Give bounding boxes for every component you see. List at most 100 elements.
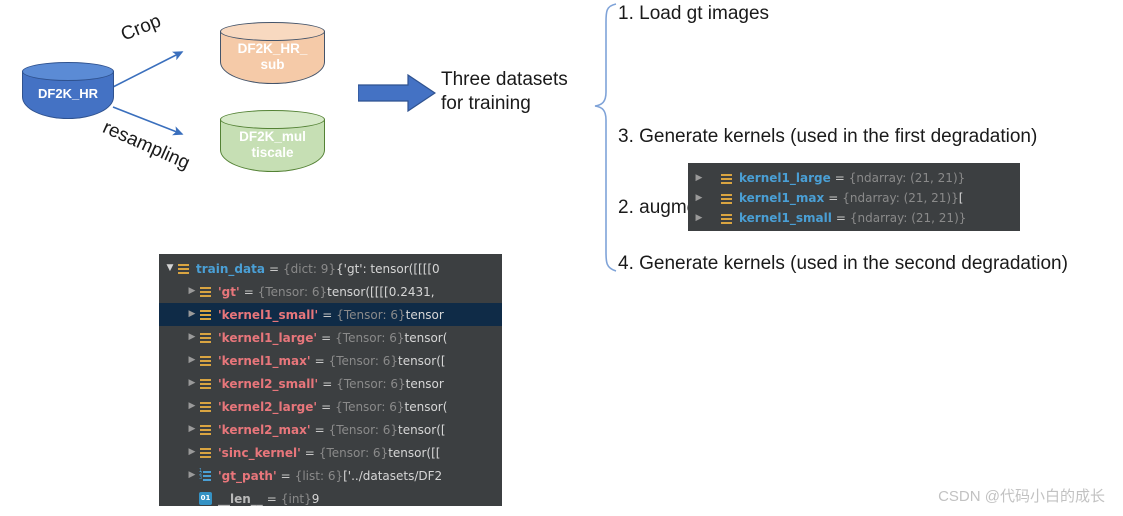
variable-name: 'kernel1_max' xyxy=(218,353,311,368)
variable-value: 9 xyxy=(311,491,320,506)
equals-sign: = xyxy=(304,445,315,460)
equals-sign: = xyxy=(835,211,846,225)
expand-triangle-icon[interactable]: ▶ xyxy=(185,471,199,480)
variable-name: 'kernel1_small' xyxy=(218,307,319,322)
dict-icon xyxy=(199,400,212,413)
debug-row[interactable]: ▶ 'kernel1_max' = {Tensor: 6} tensor([ xyxy=(159,349,502,372)
debug-row[interactable]: ▶ 'sinc_kernel' = {Tensor: 6} tensor([[ xyxy=(159,441,502,464)
variables-debug-panel[interactable]: ▼ train_data = {dict: 9} {'gt': tensor([[[[… xyxy=(159,254,502,506)
equals-sign: = xyxy=(834,171,845,185)
cylinder-label: DF2K_HR_ sub xyxy=(238,33,308,72)
variable-name: 'kernel1_large' xyxy=(218,330,318,345)
variable-name: 'kernel2_large' xyxy=(218,399,318,414)
dict-icon xyxy=(199,377,212,390)
expand-triangle-icon[interactable]: ▶ xyxy=(185,356,199,365)
variable-value: tensor([[ xyxy=(388,445,441,460)
dict-icon xyxy=(720,172,733,185)
debug-row[interactable]: ▶ 'kernel2_large' = {Tensor: 6} tensor( xyxy=(159,395,502,418)
kernel-row[interactable]: ▶ kernel1_small = {ndarray: (21, 21)} xyxy=(692,208,1020,228)
step-3: 3. Generate kernels (used in the first d… xyxy=(618,126,1038,147)
expand-triangle-icon[interactable]: ▶ xyxy=(185,379,199,388)
dict-icon xyxy=(720,192,733,205)
expand-triangle-icon[interactable]: ▶ xyxy=(185,448,199,457)
dict-icon xyxy=(199,423,212,436)
kernel-name: kernel1_small xyxy=(739,211,832,225)
variable-name: 'gt' xyxy=(218,284,240,299)
debug-row[interactable]: ▶ 1 2 3 'gt_path' = {list: 6} ['../datasets/… xyxy=(159,464,502,487)
equals-sign: = xyxy=(828,191,839,205)
variable-value: ['../datasets/DF2 xyxy=(343,468,443,483)
expand-triangle-icon[interactable]: ▶ xyxy=(692,173,706,183)
debug-row[interactable]: ▶ 'kernel1_large' = {Tensor: 6} tensor( xyxy=(159,326,502,349)
variable-type: {list: 6} xyxy=(294,468,344,483)
cylinder-label: DF2K_HR xyxy=(38,86,98,102)
debug-row[interactable]: ▼ train_data = {dict: 9} {'gt': tensor([[[[… xyxy=(159,257,502,280)
variable-value: tensor( xyxy=(404,330,448,345)
three-datasets-text: Three datasets for training xyxy=(441,68,596,117)
variable-type: {dict: 9} xyxy=(283,261,337,276)
equals-sign: = xyxy=(314,353,325,368)
kernel-type: {ndarray: (21, 21)} xyxy=(849,211,967,225)
equals-sign: = xyxy=(322,376,333,391)
variable-value: tensor([ xyxy=(397,422,446,437)
dict-icon xyxy=(199,285,212,298)
int-icon: 01 xyxy=(199,492,212,505)
crop-arrow xyxy=(112,51,184,88)
dict-icon xyxy=(177,262,190,275)
curly-brace xyxy=(594,3,617,272)
kernel-row[interactable]: ▶ kernel1_max = {ndarray: (21, 21)} [ xyxy=(692,188,1020,208)
step-1: 1. Load gt images xyxy=(618,3,770,24)
variable-type: {Tensor: 6} xyxy=(336,376,406,391)
three-datasets-line2: for training xyxy=(441,93,531,115)
debug-row[interactable]: ▶ 'gt' = {Tensor: 6} tensor([[[[0.2431, xyxy=(159,280,502,303)
variable-value: {'gt': tensor([[[[0 xyxy=(336,261,440,276)
equals-sign: = xyxy=(266,491,277,506)
dict-icon xyxy=(199,446,212,459)
debug-row[interactable]: ▶01 __len__={int} 9 xyxy=(159,487,502,506)
diagram-canvas: DF2K_HR DF2K_HR_ sub DF2K_mul tiscale Cr… xyxy=(0,0,1123,516)
expand-triangle-icon[interactable]: ▶ xyxy=(185,310,199,319)
cylinder-df2k-hr-sub: DF2K_HR_ sub xyxy=(220,22,325,84)
expand-triangle-icon[interactable]: ▶ xyxy=(185,402,199,411)
variable-type: {int} xyxy=(280,491,312,506)
variable-type: {Tensor: 6} xyxy=(328,422,398,437)
cylinder-df2k-hr: DF2K_HR xyxy=(22,62,114,119)
variable-name: train_data xyxy=(196,261,265,276)
dict-icon xyxy=(720,212,733,225)
expand-triangle-icon[interactable]: ▶ xyxy=(692,213,706,223)
debug-row[interactable]: ▶ 'kernel2_max' = {Tensor: 6} tensor([ xyxy=(159,418,502,441)
variable-value: tensor([ xyxy=(397,353,446,368)
variable-name: 'kernel2_max' xyxy=(218,422,311,437)
block-arrow-icon xyxy=(358,73,436,113)
dict-icon xyxy=(199,308,212,321)
step-4: 4. Generate kernels (used in the second … xyxy=(618,253,1068,274)
equals-sign: = xyxy=(314,422,325,437)
variable-type: {Tensor: 6} xyxy=(336,307,406,322)
collapse-triangle-icon[interactable]: ▼ xyxy=(163,264,177,273)
dict-icon xyxy=(199,331,212,344)
expand-triangle-icon: ▶ xyxy=(185,494,199,503)
equals-sign: = xyxy=(243,284,254,299)
cylinder-label: DF2K_mul tiscale xyxy=(239,121,306,160)
expand-triangle-icon[interactable]: ▶ xyxy=(692,193,706,203)
list-icon: 1 2 3 xyxy=(199,469,212,482)
watermark: CSDN @代码小白的成长 xyxy=(938,488,1105,505)
expand-triangle-icon[interactable]: ▶ xyxy=(185,287,199,296)
equals-sign: = xyxy=(268,261,279,276)
cylinder-df2k-multiscale: DF2K_mul tiscale xyxy=(220,110,325,172)
dict-icon xyxy=(199,354,212,367)
kernel-name: kernel1_max xyxy=(739,191,825,205)
debug-row[interactable]: ▶ 'kernel1_small' = {Tensor: 6} tensor xyxy=(159,303,502,326)
equals-sign: = xyxy=(322,307,333,322)
kernel1-debug-box: ▶ kernel1_large = {ndarray: (21, 21)} ▶ … xyxy=(688,163,1020,231)
variable-value: tensor( xyxy=(404,399,448,414)
cylinder-label-line2: sub xyxy=(260,57,285,72)
variable-type: {Tensor: 6} xyxy=(335,330,405,345)
expand-triangle-icon[interactable]: ▶ xyxy=(185,425,199,434)
debug-row[interactable]: ▶ 'kernel2_small' = {Tensor: 6} tensor xyxy=(159,372,502,395)
expand-triangle-icon[interactable]: ▶ xyxy=(185,333,199,342)
variable-value: tensor xyxy=(405,376,444,391)
kernel-row[interactable]: ▶ kernel1_large = {ndarray: (21, 21)} xyxy=(692,168,1020,188)
variable-value: tensor xyxy=(405,307,444,322)
kernel-type: {ndarray: (21, 21)} xyxy=(842,191,959,205)
